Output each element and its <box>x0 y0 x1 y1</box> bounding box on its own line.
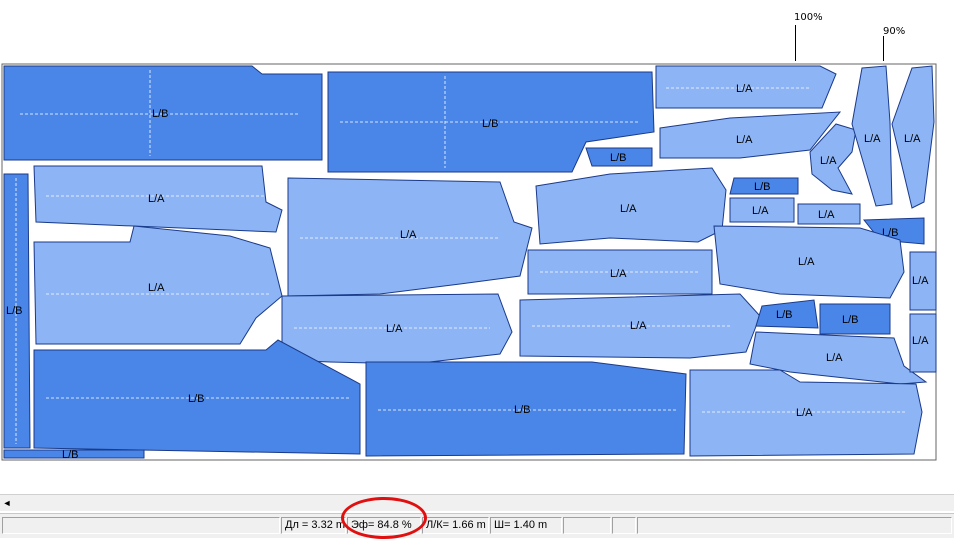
piece-la-small-1-label: L/A <box>752 205 769 217</box>
piece-la-small-3[interactable]: L/A <box>909 251 937 311</box>
piece-la-11-label: L/A <box>826 352 843 364</box>
piece-la-12-label: L/A <box>796 407 813 419</box>
horizontal-scrollbar[interactable]: ◄ <box>0 494 954 511</box>
piece-lb-1[interactable]: L/B <box>3 65 323 161</box>
piece-la-5-label: L/A <box>620 203 637 215</box>
status-cell-empty-1 <box>2 517 280 534</box>
piece-lb-small-2-label: L/B <box>754 181 771 193</box>
piece-la-6[interactable]: L/A <box>713 225 905 299</box>
status-bar: Дл = 3.32 m Эф= 84.8 % Л/К= 1.66 m Ш= 1.… <box>0 513 954 538</box>
piece-la-8[interactable]: L/A <box>527 249 713 295</box>
piece-lb-4-label: L/B <box>514 404 531 416</box>
status-cell-empty-2 <box>563 517 611 534</box>
piece-la-9[interactable]: L/A <box>281 293 513 365</box>
piece-la-9-label: L/A <box>386 323 403 335</box>
piece-la-small-4[interactable]: L/A <box>909 313 937 373</box>
status-width: Ш= 1.40 m <box>490 517 562 534</box>
ruler-tick-90 <box>883 36 884 61</box>
piece-la-6-label: L/A <box>798 256 815 268</box>
piece-la-3-label: L/A <box>148 193 165 205</box>
piece-la-small-4-label: L/A <box>912 335 929 347</box>
piece-la-2-label: L/A <box>736 134 753 146</box>
piece-lb-3-label: L/B <box>188 393 205 405</box>
top-ruler: 100% 90% <box>0 0 954 62</box>
piece-lb-2-label: L/B <box>482 118 499 130</box>
piece-la-small-2-label: L/A <box>818 209 835 221</box>
piece-lb-small-1-label: L/B <box>610 152 627 164</box>
piece-lb-small-4-label: L/B <box>776 309 793 321</box>
piece-la-1[interactable]: L/A <box>655 65 837 109</box>
piece-la-4[interactable]: L/A <box>287 177 533 297</box>
status-cell-empty-3 <box>612 517 636 534</box>
status-cell-empty-4 <box>637 517 952 534</box>
piece-la-3[interactable]: L/A <box>33 165 283 233</box>
ruler-mark-90: 90% <box>883 26 906 37</box>
piece-lb-strip-vertical[interactable]: L/B <box>3 173 31 449</box>
piece-la-8-label: L/A <box>610 268 627 280</box>
status-length: Дл = 3.32 m <box>281 517 346 534</box>
piece-lb-strip-vertical-label: L/B <box>6 305 23 317</box>
piece-la-1-label: L/A <box>736 83 753 95</box>
scroll-left-arrow-icon[interactable]: ◄ <box>0 495 14 511</box>
marker-canvas[interactable]: .lb { fill:#4a86e8; stroke:#1a3a8a; stro… <box>0 62 954 492</box>
piece-la-4-label: L/A <box>400 229 417 241</box>
piece-lb-strip-horizontal-label: L/B <box>62 449 79 461</box>
piece-la-7-label: L/A <box>148 282 165 294</box>
piece-la-small-3-label: L/A <box>912 275 929 287</box>
piece-la-7[interactable]: L/A <box>33 225 283 345</box>
piece-la-10-label: L/A <box>630 320 647 332</box>
piece-lb-4[interactable]: L/B <box>365 361 687 457</box>
piece-la-sleeve-2-label: L/A <box>904 133 921 145</box>
ruler-mark-100: 100% <box>794 12 823 23</box>
piece-lb-small-5-label: L/B <box>842 314 859 326</box>
efficiency-highlight-circle <box>341 497 427 539</box>
status-ratio: Л/К= 1.66 m <box>422 517 489 534</box>
marker-svg: .lb { fill:#4a86e8; stroke:#1a3a8a; stro… <box>1 63 937 461</box>
piece-la-small-2[interactable]: L/A <box>797 203 861 225</box>
piece-lb-small-2[interactable]: L/B <box>729 177 799 195</box>
piece-la-small-1[interactable]: L/A <box>729 197 795 223</box>
piece-la-10[interactable]: L/A <box>519 293 761 359</box>
piece-lb-small-1[interactable]: L/B <box>585 147 653 167</box>
ruler-tick-100 <box>795 25 796 61</box>
piece-lb-small-5[interactable]: L/B <box>819 303 891 335</box>
piece-la-sleeve-1-label: L/A <box>864 133 881 145</box>
piece-lb-1-label: L/B <box>152 108 169 120</box>
piece-la-curve-1-label: L/A <box>820 155 837 167</box>
